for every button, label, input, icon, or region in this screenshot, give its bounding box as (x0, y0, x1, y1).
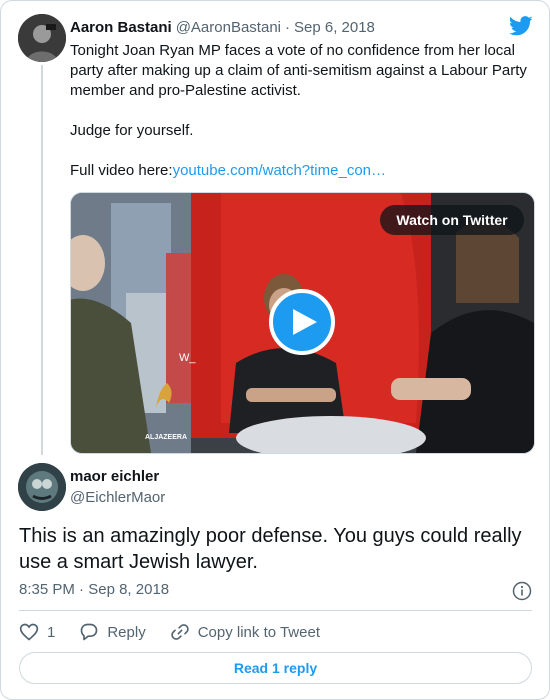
info-icon[interactable] (512, 581, 532, 601)
tweet-text-paragraph-2: Judge for yourself. (70, 122, 194, 139)
play-icon (292, 309, 317, 335)
header-separator: · (285, 18, 290, 36)
action-bar: 1 Reply Copy link to Tweet (19, 621, 344, 643)
reply-author-name[interactable]: maor eichler (70, 468, 159, 488)
tweet-header: Aaron Bastani @AaronBastani · Sep 6, 201… (70, 17, 375, 37)
reply-button[interactable]: Reply (79, 622, 146, 642)
reply-button-label: Reply (107, 623, 146, 641)
reply-date[interactable]: Sep 8, 2018 (88, 581, 169, 598)
thread-connector-line (41, 65, 43, 455)
heart-icon (19, 623, 39, 641)
reply-author-handle[interactable]: @EichlerMaor (70, 489, 165, 509)
copy-link-label: Copy link to Tweet (197, 623, 320, 641)
reply-author-name-text[interactable]: maor eichler (70, 468, 159, 485)
play-button[interactable] (269, 289, 335, 355)
copy-link-button[interactable]: Copy link to Tweet (170, 622, 320, 642)
reply-time[interactable]: 8:35 PM (19, 581, 75, 598)
youtube-link[interactable]: youtube.com/watch?time_con… (173, 162, 386, 179)
twitter-bird-icon[interactable] (508, 16, 533, 36)
tweet-date[interactable]: Sep 6, 2018 (294, 19, 375, 36)
like-button[interactable]: 1 (19, 622, 55, 642)
link-icon (170, 624, 189, 640)
reply-body: This is an amazingly poor defense. You g… (19, 525, 522, 573)
author-handle[interactable]: @AaronBastani (176, 19, 281, 36)
reply-meta-separator: · (79, 581, 85, 598)
reply-author-handle-text[interactable]: @EichlerMaor (70, 489, 165, 506)
tweet-body: Tonight Joan Ryan MP faces a vote of no … (70, 41, 532, 181)
tweet-text-paragraph-1: Tonight Joan Ryan MP faces a vote of no … (70, 42, 527, 99)
author-name[interactable]: Aaron Bastani (70, 19, 172, 36)
reply-timestamp[interactable]: 8:35 PM · Sep 8, 2018 (19, 581, 169, 598)
reply-bubble-icon (81, 623, 98, 641)
divider (19, 610, 532, 611)
full-video-prefix: Full video here: (70, 162, 173, 179)
tweet-embed-card: Aaron Bastani @AaronBastani · Sep 6, 201… (0, 0, 550, 700)
video-overlay-text: W_ (179, 352, 196, 364)
read-replies-button[interactable]: Read 1 reply (19, 652, 532, 684)
author-avatar[interactable] (18, 14, 66, 62)
reply-author-avatar[interactable] (18, 463, 66, 511)
tweet-text-paragraph-3: Full video here:youtube.com/watch?time_c… (70, 161, 532, 181)
like-count: 1 (47, 623, 56, 641)
watch-on-twitter-button[interactable]: Watch on Twitter (380, 205, 524, 235)
aljazeera-logo-text: ALJAZEERA (145, 434, 187, 441)
